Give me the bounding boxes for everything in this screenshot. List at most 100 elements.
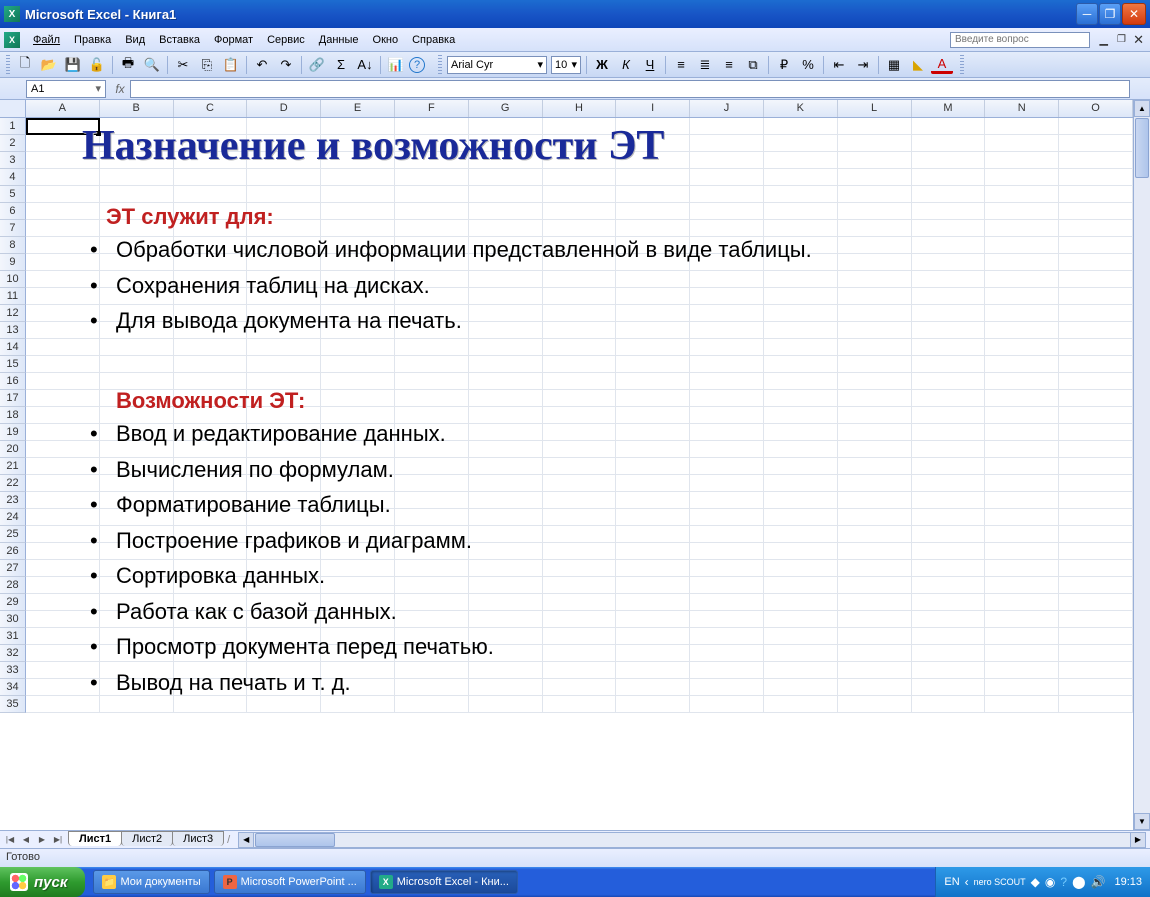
cell[interactable] — [616, 373, 690, 390]
start-button[interactable]: пуск — [0, 867, 85, 897]
row-header[interactable]: 5 — [0, 186, 26, 203]
cell[interactable] — [616, 696, 690, 713]
cell[interactable] — [543, 492, 617, 509]
cell[interactable] — [543, 628, 617, 645]
cell[interactable] — [690, 407, 764, 424]
row-header[interactable]: 17 — [0, 390, 26, 407]
cell[interactable] — [247, 526, 321, 543]
cell[interactable] — [26, 424, 100, 441]
cell[interactable] — [543, 118, 617, 135]
sheet-tab-2[interactable]: Лист2 — [121, 831, 173, 846]
cell[interactable] — [543, 305, 617, 322]
cell[interactable] — [690, 645, 764, 662]
cell[interactable] — [543, 509, 617, 526]
column-header[interactable]: N — [985, 100, 1059, 117]
cell[interactable] — [616, 135, 690, 152]
row-header[interactable]: 13 — [0, 322, 26, 339]
cell[interactable] — [616, 271, 690, 288]
cell[interactable] — [395, 135, 469, 152]
fx-icon[interactable]: fx — [110, 82, 130, 96]
cell[interactable] — [1059, 135, 1133, 152]
row-header[interactable]: 3 — [0, 152, 26, 169]
cell[interactable] — [1059, 254, 1133, 271]
cell[interactable] — [912, 135, 986, 152]
cell[interactable] — [395, 373, 469, 390]
cell[interactable] — [469, 424, 543, 441]
column-header[interactable]: C — [174, 100, 248, 117]
cell[interactable] — [100, 118, 174, 135]
cell[interactable] — [26, 594, 100, 611]
cell[interactable] — [395, 305, 469, 322]
cell[interactable] — [26, 288, 100, 305]
cell[interactable] — [985, 577, 1059, 594]
window-maximize-button[interactable]: ❐ — [1099, 3, 1121, 25]
cell[interactable] — [838, 407, 912, 424]
cell[interactable] — [100, 169, 174, 186]
cell[interactable] — [174, 305, 248, 322]
cell[interactable] — [174, 645, 248, 662]
cell[interactable] — [469, 509, 543, 526]
cell[interactable] — [247, 424, 321, 441]
cell[interactable] — [616, 628, 690, 645]
taskbar-item-powerpoint[interactable]: PMicrosoft PowerPoint ... — [214, 870, 366, 894]
cell[interactable] — [690, 509, 764, 526]
align-right-icon[interactable]: ≡ — [718, 54, 740, 76]
cell[interactable] — [469, 594, 543, 611]
cell[interactable] — [247, 152, 321, 169]
row-header[interactable]: 7 — [0, 220, 26, 237]
cell[interactable] — [543, 526, 617, 543]
cell[interactable] — [912, 577, 986, 594]
cell[interactable] — [838, 254, 912, 271]
cell[interactable] — [174, 373, 248, 390]
row-header[interactable]: 26 — [0, 543, 26, 560]
cell[interactable] — [174, 526, 248, 543]
cell[interactable] — [912, 203, 986, 220]
cell[interactable] — [690, 424, 764, 441]
cell[interactable] — [174, 322, 248, 339]
workbook-restore-button[interactable]: ❐ — [1117, 34, 1126, 45]
cell[interactable] — [174, 135, 248, 152]
cell[interactable] — [912, 152, 986, 169]
cell[interactable] — [764, 475, 838, 492]
cell[interactable] — [1059, 492, 1133, 509]
cell[interactable] — [838, 118, 912, 135]
column-header[interactable]: B — [100, 100, 174, 117]
taskbar-item-excel[interactable]: XMicrosoft Excel - Кни... — [370, 870, 518, 894]
cell[interactable] — [395, 662, 469, 679]
cell[interactable] — [321, 118, 395, 135]
cell[interactable] — [174, 220, 248, 237]
cell[interactable] — [616, 305, 690, 322]
cell[interactable] — [838, 611, 912, 628]
cell[interactable] — [985, 679, 1059, 696]
cell[interactable] — [174, 169, 248, 186]
cell[interactable] — [321, 424, 395, 441]
cell[interactable] — [26, 509, 100, 526]
cell[interactable] — [100, 237, 174, 254]
cell[interactable] — [912, 424, 986, 441]
cell[interactable] — [321, 577, 395, 594]
row-header[interactable]: 16 — [0, 373, 26, 390]
cell[interactable] — [1059, 356, 1133, 373]
cell[interactable] — [174, 441, 248, 458]
cell[interactable] — [764, 254, 838, 271]
cell[interactable] — [100, 305, 174, 322]
cell[interactable] — [321, 220, 395, 237]
cell[interactable] — [543, 441, 617, 458]
cell[interactable] — [469, 526, 543, 543]
taskbar-item-documents[interactable]: 📁Мои документы — [93, 870, 209, 894]
cell[interactable] — [100, 322, 174, 339]
cell[interactable] — [690, 611, 764, 628]
cell[interactable] — [26, 645, 100, 662]
menu-file[interactable]: Файл — [26, 31, 67, 49]
cell[interactable] — [543, 186, 617, 203]
cell[interactable] — [247, 118, 321, 135]
cell[interactable] — [838, 220, 912, 237]
tab-first-icon[interactable]: |◀ — [2, 832, 18, 848]
cell[interactable] — [690, 186, 764, 203]
cell[interactable] — [26, 390, 100, 407]
cell[interactable] — [985, 118, 1059, 135]
workbook-minimize-button[interactable]: ▁ — [1100, 33, 1108, 46]
cell[interactable] — [764, 186, 838, 203]
cell[interactable] — [764, 424, 838, 441]
cell[interactable] — [395, 492, 469, 509]
